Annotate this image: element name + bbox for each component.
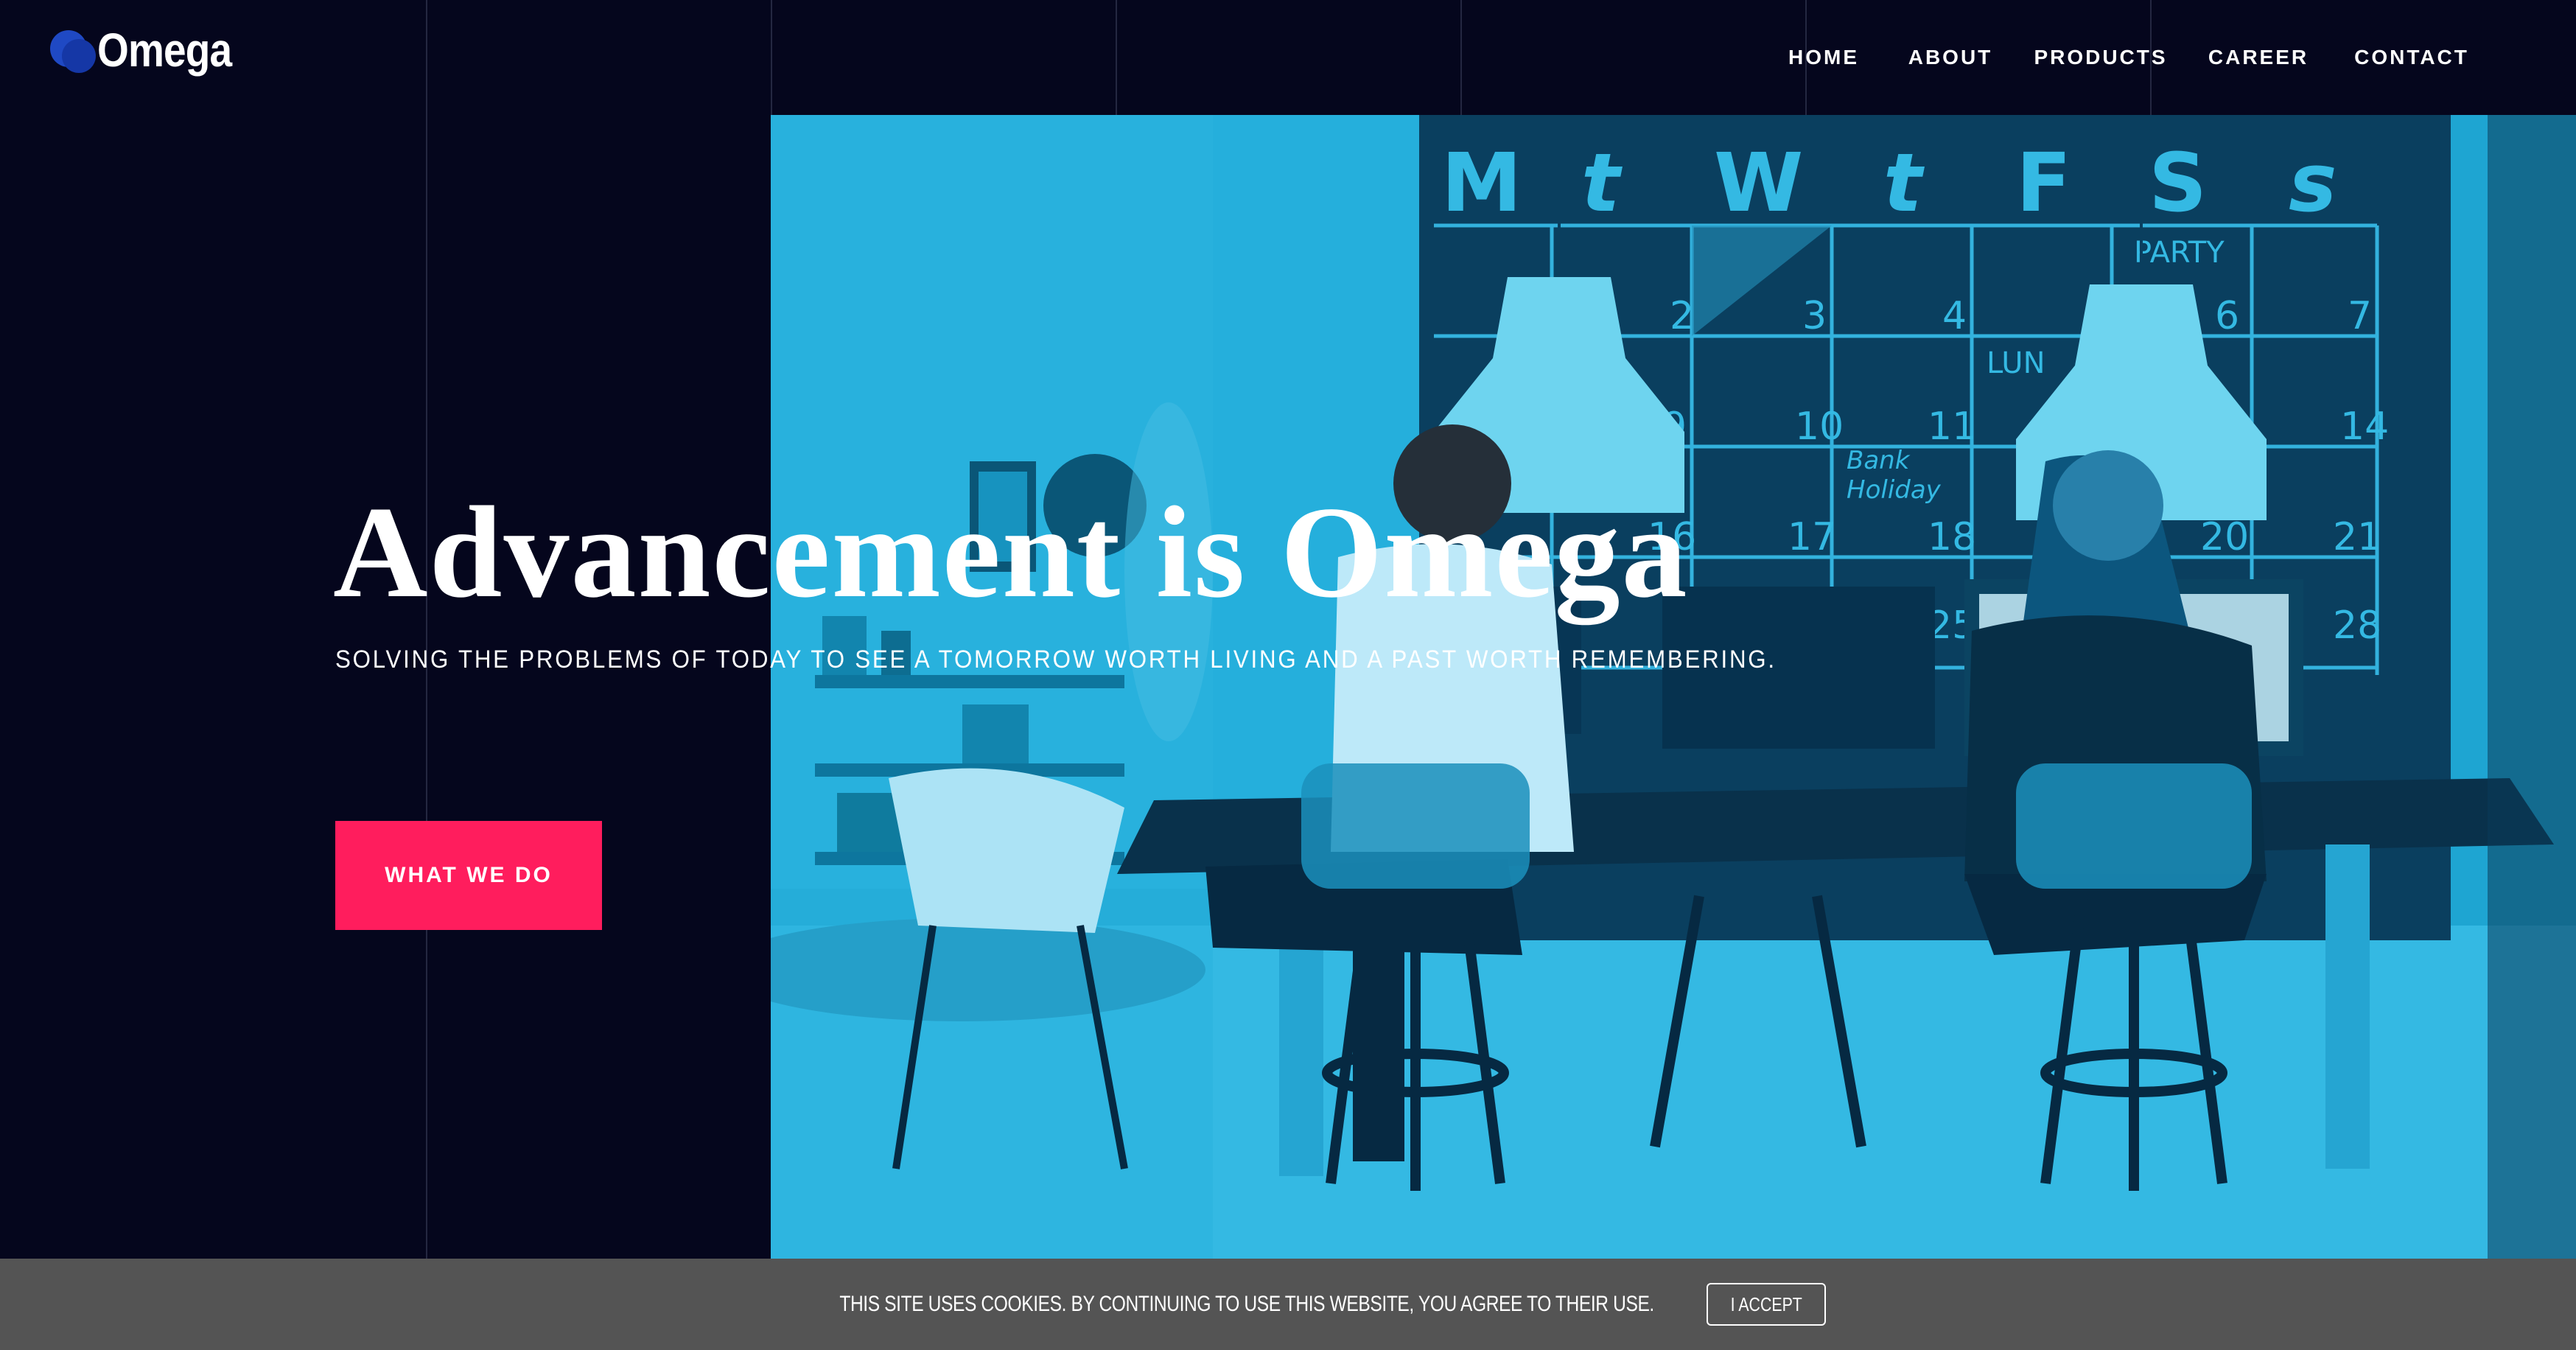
nav-about[interactable]: ABOUT (1888, 0, 2013, 115)
cookie-accept-label: I ACCEPT (1730, 1293, 1802, 1315)
what-we-do-button[interactable]: WHAT WE DO (335, 821, 602, 930)
brand-logo[interactable]: Omega (50, 21, 253, 80)
nav-home[interactable]: HOME (1760, 0, 1888, 115)
hero-photo: M t W t F S s 2 3 4 6 7 9 10 11 13 14 16… (771, 115, 2576, 1259)
hero-subtitle: SOLVING THE PROBLEMS OF TODAY TO SEE A T… (335, 646, 1777, 674)
nav-products[interactable]: PRODUCTS (2013, 0, 2188, 115)
omega-circles-icon (50, 26, 96, 74)
nav-career[interactable]: CAREER (2188, 0, 2328, 115)
divider-line (1460, 0, 1462, 115)
cookie-message: THIS SITE USES COOKIES. BY CONTINUING TO… (839, 1292, 1654, 1316)
divider-line (771, 0, 772, 115)
main-nav: HOME ABOUT PRODUCTS CAREER CONTACT (1760, 0, 2576, 115)
divider-line (426, 0, 427, 1259)
hero-title: Advancement is Omega (333, 479, 1689, 625)
cookie-banner: THIS SITE USES COOKIES. BY CONTINUING TO… (0, 1259, 2576, 1350)
page: Omega HOME ABOUT PRODUCTS CAREER CONTACT (0, 0, 2576, 1350)
nav-contact[interactable]: CONTACT (2328, 0, 2495, 115)
cookie-accept-button[interactable]: I ACCEPT (1706, 1283, 1827, 1326)
divider-line (1116, 0, 1117, 115)
brand-name: Omega (97, 24, 232, 77)
